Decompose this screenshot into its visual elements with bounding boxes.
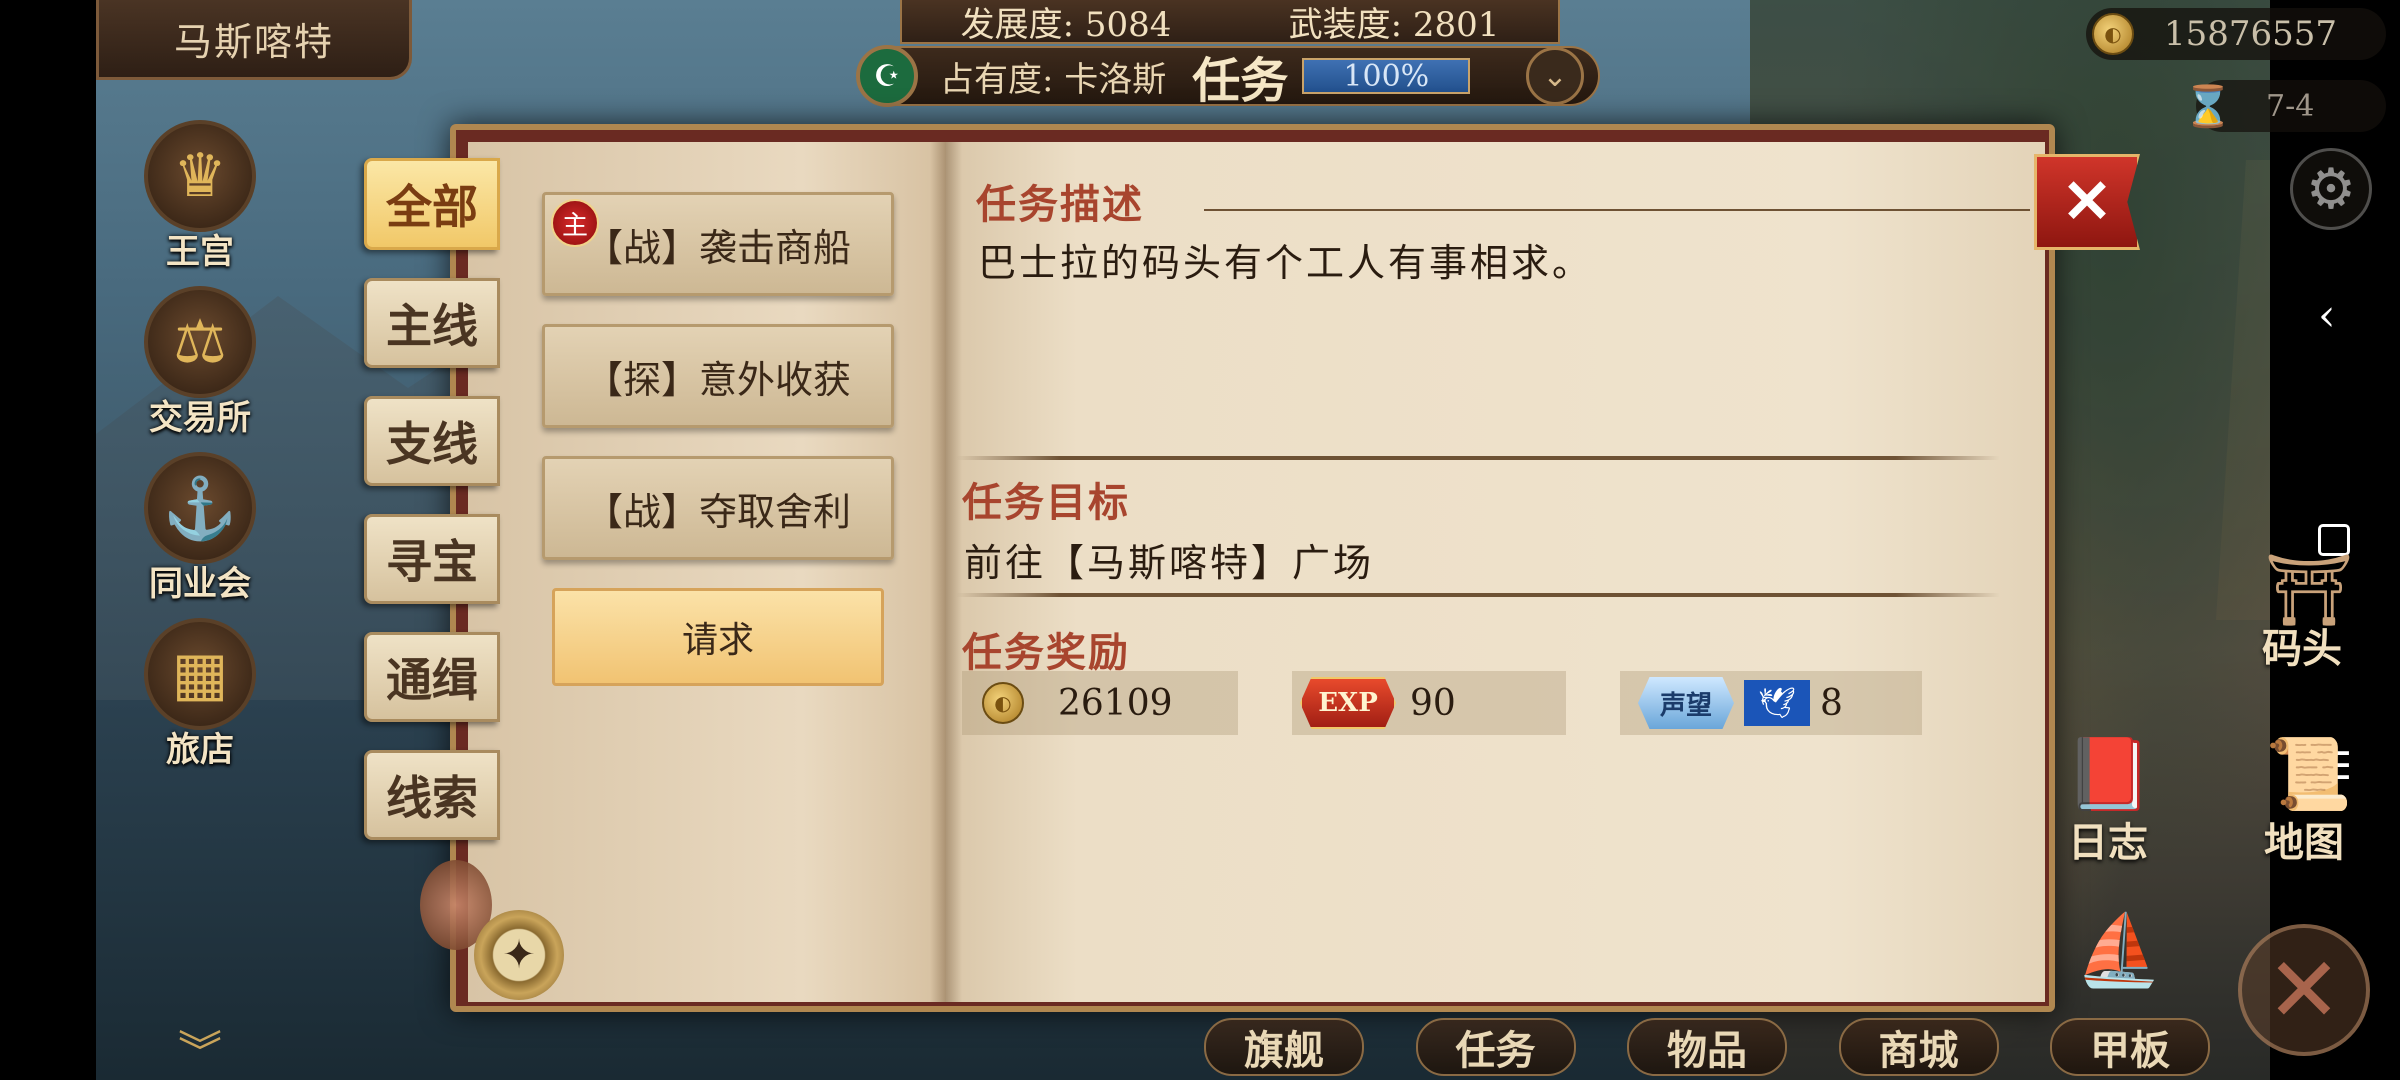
tab-clues[interactable]: 线索 [364,750,500,840]
building-inn[interactable]: ▦ 旅店 [130,618,270,784]
top-header: 发展度: 5084 武装度: 2801 ☪ 占有度: 卡洛斯 任务 100% ⌄ [820,0,1640,109]
close-button[interactable]: ✕ [2034,154,2140,250]
development-stat: 发展度: 5084 [960,4,1172,45]
quest-item[interactable]: 主 【战】袭击商船 [542,192,894,296]
screen-title: 任务 [1192,53,1289,109]
building-label: 同业会 [149,564,251,604]
building-palace[interactable]: ♛ 王宫 [130,120,270,286]
quest-label: 【战】袭击商船 [584,225,851,270]
reward-gold-value: 26109 [1058,682,1173,724]
game-date: ⌛ 7-4 [2183,80,2386,132]
reward-exp: EXP 90 [1292,671,1566,735]
reward-exp-value: 90 [1410,682,1456,724]
building-label: 旅店 [166,730,234,770]
basket-icon: ▦ [144,618,256,730]
ship-icon[interactable]: ⛵ [2064,900,2174,1000]
exp-icon: EXP [1300,677,1396,729]
occupancy-progress: 100% [1302,58,1471,94]
gold-coin-icon: ◐ [982,682,1024,724]
city-name-plate[interactable]: 马斯喀特 [96,0,412,80]
game-date-value: 7-4 [2266,88,2315,124]
battle-swords-icon[interactable]: ✕ [2238,924,2370,1056]
dove-icon: 🕊 [1744,680,1810,726]
description-underline [1204,209,2030,211]
map-scroll-icon[interactable]: 📜 [2254,724,2364,824]
quest-list: 主 【战】袭击商船 【探】意外收获 【战】夺取舍利 请求 [542,192,894,686]
armament-stat: 武装度: 2801 [1288,4,1500,45]
tab-main[interactable]: 主线 [364,278,500,368]
collapse-chevron-icon[interactable]: ⌄ [1526,47,1584,105]
reputation-icon: 声望 [1638,677,1734,729]
nav-flagship[interactable]: 旗舰 [1204,1018,1364,1076]
gold-amount: 15876557 [2164,14,2338,54]
tab-all[interactable]: 全部 [364,158,500,250]
city-name: 马斯喀特 [173,20,334,64]
quest-item[interactable]: 【战】夺取舍利 [542,456,894,560]
goal-title: 任务目标 [962,479,1130,526]
map-button[interactable]: 地图 [2264,810,2344,868]
tab-treasure[interactable]: 寻宝 [364,514,500,604]
building-exchange[interactable]: ⚖ 交易所 [130,286,270,452]
occupancy-label: 占有度: 卡洛斯 [940,59,1167,100]
tab-side[interactable]: 支线 [364,396,500,486]
reward-gold: ◐ 26109 [962,671,1238,735]
tab-wanted[interactable]: 通缉 [364,632,500,722]
ottoman-flag-icon: ☪ [856,45,918,107]
request-button[interactable]: 请求 [552,588,884,686]
back-arrow-icon[interactable]: ‹ [2318,290,2336,341]
reward-reputation: 声望 🕊 8 [1620,671,1922,735]
log-book-icon[interactable]: 📕 [2054,724,2164,824]
quest-label: 【战】夺取舍利 [584,489,851,534]
reward-title: 任务奖励 [962,629,1130,676]
description-title: 任务描述 [976,181,1144,228]
crown-icon: ♛ [144,120,256,232]
building-label: 王宫 [166,232,234,272]
city-stats-bar: 发展度: 5084 武装度: 2801 [900,0,1560,45]
expand-down-chevron-icon[interactable]: ︾ [178,1016,222,1080]
nav-items[interactable]: 物品 [1627,1018,1787,1076]
nav-quests[interactable]: 任务 [1415,1018,1576,1076]
quest-item[interactable]: 【探】意外收获 [542,324,894,428]
reward-reputation-value: 8 [1820,682,1843,724]
description-text: 巴士拉的码头有个工人有事相求。 [978,241,1594,285]
gear-icon[interactable]: ⚙ [2290,148,2372,230]
building-label: 交易所 [149,398,251,438]
occupancy-percent: 100% [1343,58,1430,94]
log-button[interactable]: 日志 [2068,810,2148,868]
gold-coin-icon: ◐ [2092,13,2134,55]
occupancy-bar: ☪ 占有度: 卡洛斯 任务 100% ⌄ [856,45,1600,109]
quest-label: 【探】意外收获 [584,357,851,402]
gold-counter: ◐ 15876557 [2086,8,2386,60]
nav-shop[interactable]: 商城 [1838,1018,1999,1076]
hourglass-icon: ⌛ [2183,83,2233,130]
scales-icon: ⚖ [144,286,256,398]
goal-text: 前往【马斯喀特】广场 [964,541,1375,585]
quest-category-tabs: 全部 主线 支线 寻宝 通缉 线索 [364,158,504,868]
main-quest-badge: 主 [551,199,599,247]
nav-deck[interactable]: 甲板 [2050,1018,2210,1076]
building-guild[interactable]: ⚓ 同业会 [130,452,270,618]
bottom-nav: 旗舰 任务 物品 商城 甲板 [1204,1018,2210,1080]
building-menu: ♛ 王宫 ⚖ 交易所 ⚓ 同业会 ▦ 旅店 [130,120,270,784]
book-spine [930,142,962,1002]
section-divider [956,593,2000,597]
section-divider [956,456,2000,460]
compass-icon: ✦ [474,910,564,1000]
dock-button[interactable]: 码头 [2262,616,2342,674]
anchor-icon: ⚓ [144,452,256,564]
